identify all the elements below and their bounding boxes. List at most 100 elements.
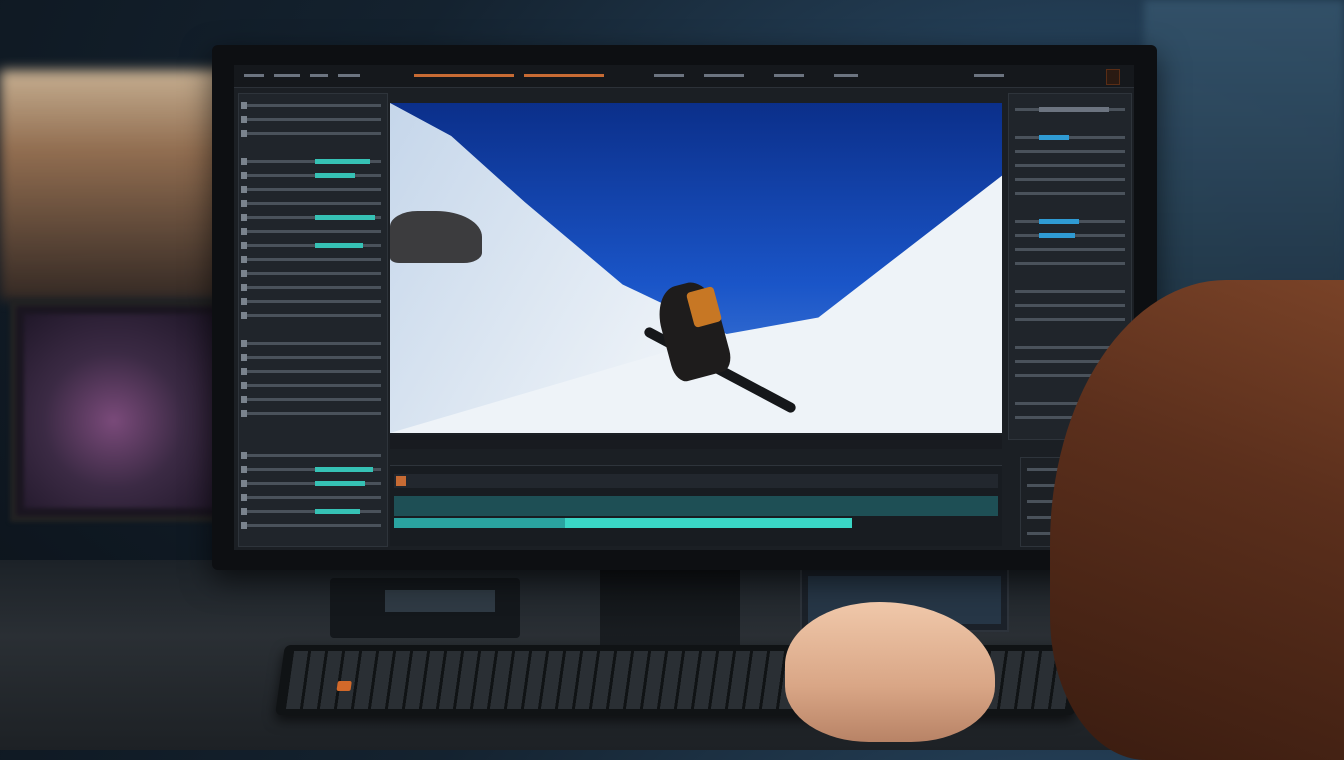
level-bar xyxy=(315,173,355,178)
left-row[interactable] xyxy=(241,368,381,375)
right-row[interactable] xyxy=(1015,233,1125,238)
left-row[interactable] xyxy=(241,382,381,389)
menu-item[interactable] xyxy=(974,74,1004,77)
left-row[interactable] xyxy=(241,200,381,207)
left-row[interactable] xyxy=(241,284,381,291)
level-bar xyxy=(1039,135,1069,140)
item-icon xyxy=(241,312,247,319)
item-icon xyxy=(241,242,247,249)
item-icon xyxy=(241,228,247,235)
app-badge xyxy=(1106,69,1120,85)
menu-item[interactable] xyxy=(244,74,264,77)
right-row[interactable] xyxy=(1015,150,1125,153)
menu-item[interactable] xyxy=(338,74,360,77)
item-icon xyxy=(241,522,247,529)
left-row[interactable] xyxy=(241,214,381,221)
menu-item[interactable] xyxy=(310,74,328,77)
left-row[interactable] xyxy=(241,172,381,179)
left-row[interactable] xyxy=(241,116,381,123)
left-row[interactable] xyxy=(241,130,381,137)
left-row[interactable] xyxy=(241,340,381,347)
timeline-track[interactable] xyxy=(394,474,998,488)
item-icon xyxy=(241,116,247,123)
left-row[interactable] xyxy=(241,494,381,501)
left-row[interactable] xyxy=(241,522,381,529)
left-row[interactable] xyxy=(241,508,381,515)
item-icon xyxy=(241,158,247,165)
right-row[interactable] xyxy=(1015,262,1125,265)
left-row[interactable] xyxy=(241,270,381,277)
background-monitor-screen xyxy=(24,314,223,508)
item-icon xyxy=(241,200,247,207)
item-icon xyxy=(241,284,247,291)
timeline-clip-selected[interactable] xyxy=(565,518,852,528)
item-icon xyxy=(241,452,247,459)
video-viewer[interactable] xyxy=(390,103,1002,433)
timeline[interactable] xyxy=(390,465,1002,546)
level-bar xyxy=(1039,107,1109,112)
item-icon xyxy=(241,256,247,263)
timeline-clip[interactable] xyxy=(394,518,565,528)
left-row[interactable] xyxy=(241,298,381,305)
left-row[interactable] xyxy=(241,396,381,403)
level-bar xyxy=(1039,219,1079,224)
monitor xyxy=(212,45,1157,570)
right-row[interactable] xyxy=(1015,178,1125,181)
item-icon xyxy=(241,340,247,347)
right-row[interactable] xyxy=(1015,107,1125,112)
left-row[interactable] xyxy=(241,312,381,319)
level-bar xyxy=(315,159,370,164)
left-row[interactable] xyxy=(241,228,381,235)
left-row[interactable] xyxy=(241,452,381,459)
left-panel xyxy=(238,93,388,547)
level-bar xyxy=(315,509,360,514)
background-window xyxy=(0,70,230,300)
monitor-stand xyxy=(600,565,740,645)
menu-item[interactable] xyxy=(704,74,744,77)
left-row[interactable] xyxy=(241,480,381,487)
left-row[interactable] xyxy=(241,186,381,193)
viewer-controls[interactable] xyxy=(390,435,1002,449)
keyboard-orange-key[interactable] xyxy=(336,681,352,691)
item-icon xyxy=(241,186,247,193)
right-row[interactable] xyxy=(1015,219,1125,224)
right-row[interactable] xyxy=(1015,192,1125,195)
item-icon xyxy=(241,270,247,277)
right-row[interactable] xyxy=(1015,318,1125,321)
left-row[interactable] xyxy=(241,354,381,361)
left-row[interactable] xyxy=(241,466,381,473)
menu-item[interactable] xyxy=(654,74,684,77)
menu-item[interactable] xyxy=(774,74,804,77)
menu-item-highlight[interactable] xyxy=(524,74,604,77)
menu-item-highlight[interactable] xyxy=(414,74,514,77)
item-icon xyxy=(241,130,247,137)
background-monitor xyxy=(10,300,237,522)
item-icon xyxy=(241,480,247,487)
item-icon xyxy=(241,396,247,403)
right-row[interactable] xyxy=(1015,248,1125,251)
item-icon xyxy=(241,298,247,305)
left-row[interactable] xyxy=(241,102,381,109)
left-row[interactable] xyxy=(241,242,381,249)
item-icon xyxy=(241,410,247,417)
left-row[interactable] xyxy=(241,158,381,165)
right-row[interactable] xyxy=(1015,164,1125,167)
item-icon xyxy=(241,102,247,109)
level-bar xyxy=(315,243,363,248)
item-icon xyxy=(241,214,247,221)
right-row[interactable] xyxy=(1015,135,1125,140)
right-row[interactable] xyxy=(1015,290,1125,293)
viewer-rock xyxy=(390,211,482,263)
timeline-clip-marker[interactable] xyxy=(396,476,406,486)
menu-item[interactable] xyxy=(274,74,300,77)
menu-item[interactable] xyxy=(834,74,858,77)
left-row[interactable] xyxy=(241,410,381,417)
item-icon xyxy=(241,354,247,361)
right-row[interactable] xyxy=(1015,304,1125,307)
left-gadget-screen xyxy=(385,590,495,612)
left-row[interactable] xyxy=(241,256,381,263)
timeline-audio-track[interactable] xyxy=(394,496,998,516)
item-icon xyxy=(241,382,247,389)
level-bar xyxy=(315,467,373,472)
item-icon xyxy=(241,494,247,501)
